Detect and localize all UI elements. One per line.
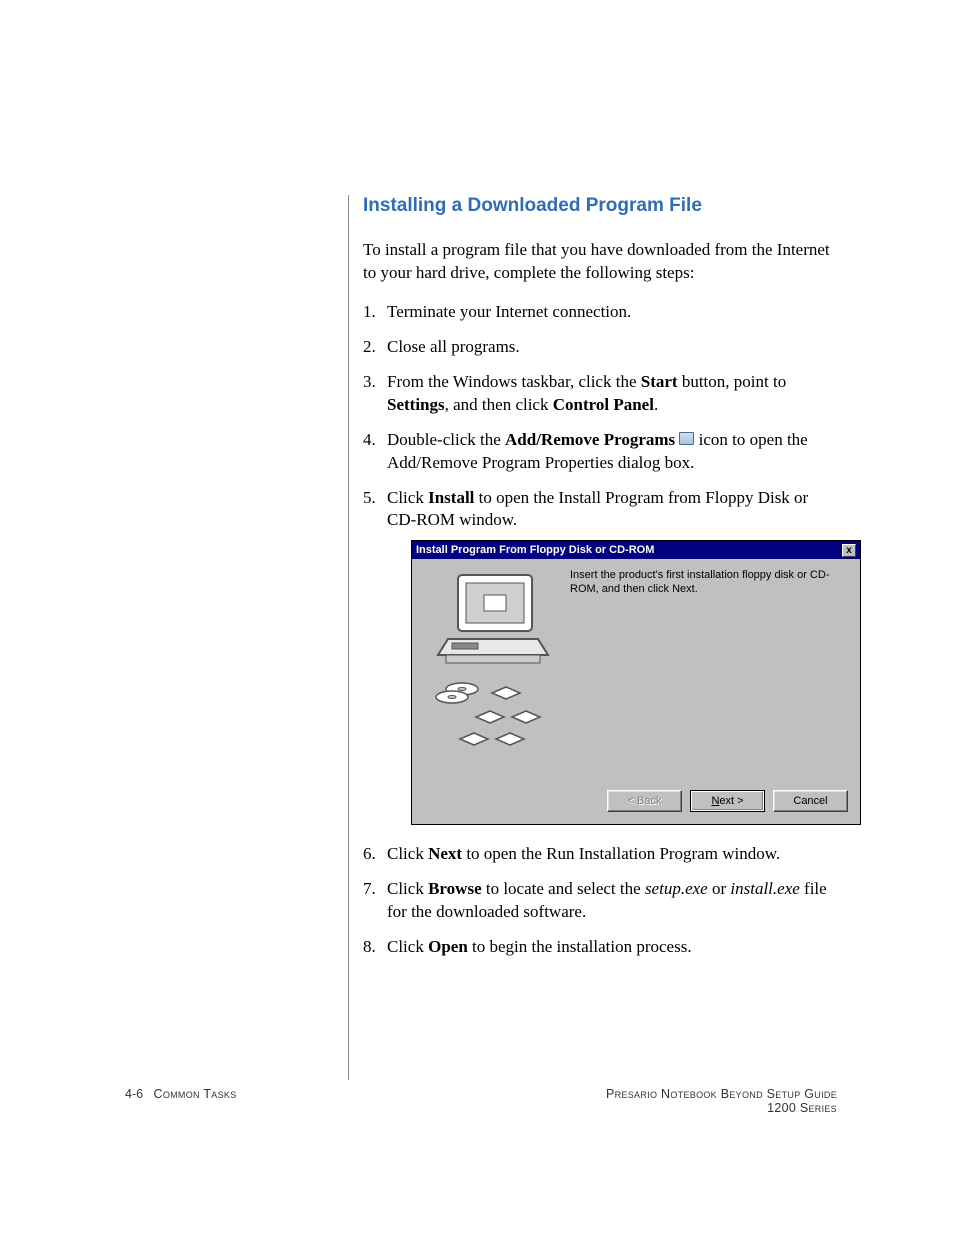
step-1: Terminate your Internet connection. [363, 301, 838, 324]
step-text: , and then click [445, 395, 553, 414]
dialog-instruction-text: Insert the product's first installation … [564, 569, 848, 778]
step-5: Click Install to open the Install Progra… [363, 487, 838, 826]
bold-next: Next [428, 844, 462, 863]
step-7: Click Browse to locate and select the se… [363, 878, 838, 924]
page-number: 4-6 [125, 1087, 143, 1101]
install-wizard-dialog: Install Program From Floppy Disk or CD-R… [411, 540, 861, 825]
step-text: Close all programs. [387, 337, 520, 356]
next-button[interactable]: Next > [690, 790, 765, 812]
step-text: From the Windows taskbar, click the [387, 372, 641, 391]
step-text: or [708, 879, 731, 898]
bold-control-panel: Control Panel [553, 395, 654, 414]
steps-list: Terminate your Internet connection. Clos… [363, 301, 838, 959]
dialog-button-row: < Back Next > Cancel [412, 784, 860, 824]
bold-install: Install [428, 488, 474, 507]
step-4: Double-click the Add/Remove Programs ico… [363, 429, 838, 475]
step-text: Click [387, 937, 428, 956]
page-content: Installing a Downloaded Program File To … [363, 195, 838, 971]
next-label-rest: ext > [719, 795, 743, 807]
step-3: From the Windows taskbar, click the Star… [363, 371, 838, 417]
step-text: Double-click the [387, 430, 505, 449]
step-6: Click Next to open the Run Installation … [363, 843, 838, 866]
italic-install-exe: install.exe [730, 879, 799, 898]
step-2: Close all programs. [363, 336, 838, 359]
add-remove-programs-icon [679, 432, 694, 445]
dialog-titlebar: Install Program From Floppy Disk or CD-R… [412, 541, 860, 559]
footer-guide-title: Presario Notebook Beyond Setup Guide [606, 1087, 837, 1101]
page-footer: 4-6 Common Tasks Presario Notebook Beyon… [125, 1087, 837, 1115]
step-8: Click Open to begin the installation pro… [363, 936, 838, 959]
dialog-title: Install Program From Floppy Disk or CD-R… [416, 543, 654, 558]
step-text: to open the Run Installation Program win… [462, 844, 780, 863]
step-text: Click [387, 844, 428, 863]
bold-browse: Browse [428, 879, 482, 898]
italic-setup-exe: setup.exe [645, 879, 708, 898]
footer-left: 4-6 Common Tasks [125, 1087, 237, 1115]
footer-section: Common Tasks [154, 1087, 237, 1101]
cancel-button[interactable]: Cancel [773, 790, 848, 812]
bold-start: Start [641, 372, 678, 391]
step-text: Click [387, 488, 428, 507]
bold-add-remove: Add/Remove Programs [505, 430, 675, 449]
back-button: < Back [607, 790, 682, 812]
section-heading: Installing a Downloaded Program File [363, 195, 838, 217]
vertical-divider [348, 195, 349, 1080]
close-icon[interactable]: x [842, 544, 856, 557]
step-text: button, point to [678, 372, 787, 391]
dialog-illustration [424, 569, 564, 778]
bold-settings: Settings [387, 395, 445, 414]
dialog-screenshot: Install Program From Floppy Disk or CD-R… [411, 540, 861, 825]
step-text: . [654, 395, 658, 414]
footer-guide-series: 1200 Series [767, 1101, 837, 1115]
step-text: to locate and select the [482, 879, 645, 898]
dialog-body: Insert the product's first installation … [412, 559, 860, 784]
footer-right: Presario Notebook Beyond Setup Guide 120… [606, 1087, 837, 1115]
bold-open: Open [428, 937, 468, 956]
step-text: to begin the installation process. [468, 937, 692, 956]
intro-paragraph: To install a program file that you have … [363, 239, 838, 285]
step-text: Terminate your Internet connection. [387, 302, 631, 321]
step-text: Click [387, 879, 428, 898]
